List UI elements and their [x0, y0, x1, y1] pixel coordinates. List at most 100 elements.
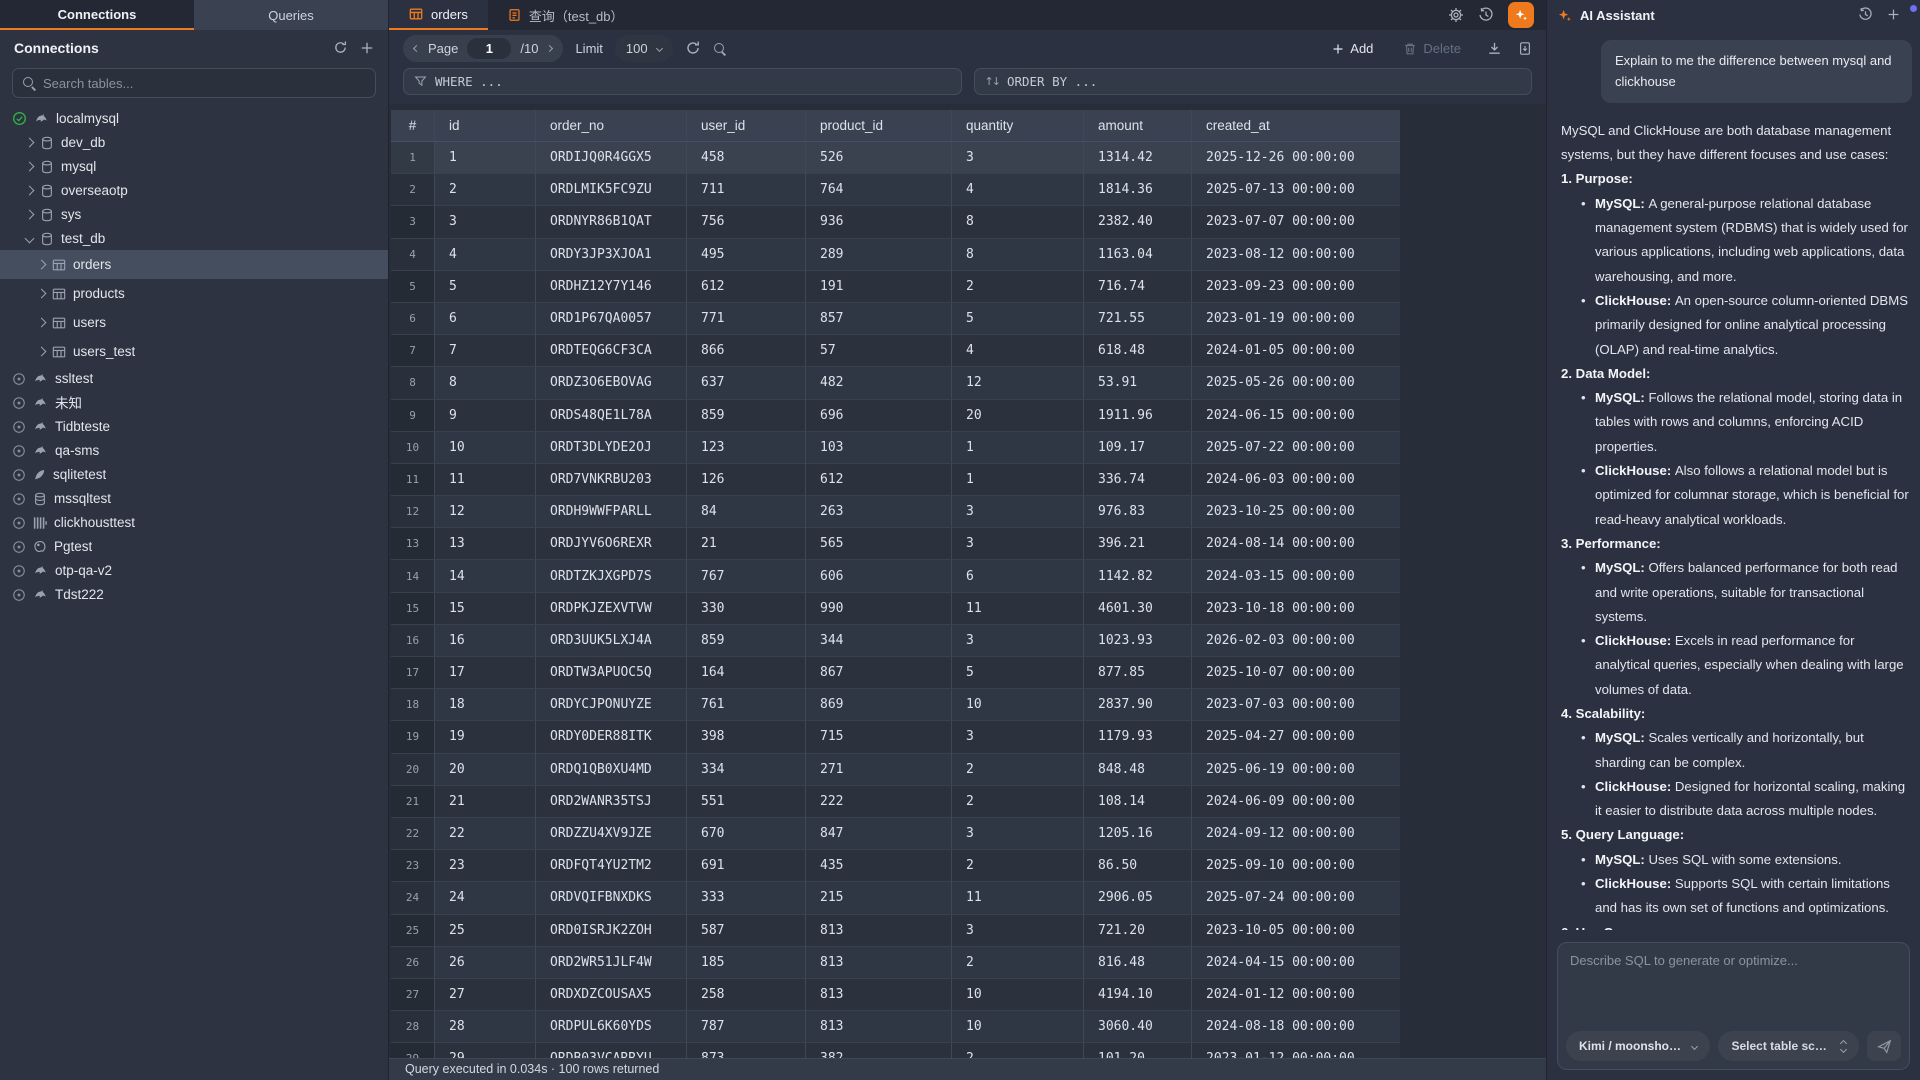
data-cell[interactable]: 13 [435, 528, 536, 560]
data-cell[interactable]: 2 [952, 850, 1084, 882]
tree-item-users[interactable]: users [0, 308, 388, 337]
table-row[interactable]: 66ORD1P67QA00577718575721.552023-01-19 0… [391, 303, 1400, 335]
send-button[interactable] [1867, 1031, 1901, 1061]
data-cell[interactable]: 2024-03-15 00:00:00 [1192, 560, 1400, 592]
table-row[interactable]: 77ORDTEQG6CF3CA866574618.482024-01-05 00… [391, 335, 1400, 367]
data-cell[interactable]: 86.50 [1084, 850, 1192, 882]
data-cell[interactable]: 8 [952, 206, 1084, 238]
data-cell[interactable]: 3 [952, 818, 1084, 850]
column-header-order_no[interactable]: order_no [536, 110, 687, 142]
data-cell[interactable]: 109.17 [1084, 432, 1192, 464]
data-cell[interactable]: 23 [435, 850, 536, 882]
data-cell[interactable]: ORD3UUK5LXJ4A [536, 625, 687, 657]
data-cell[interactable]: 2382.40 [1084, 206, 1192, 238]
tree-item-sys[interactable]: sys [0, 202, 388, 226]
data-cell[interactable]: 11 [952, 882, 1084, 914]
delete-row-button[interactable]: Delete [1403, 41, 1461, 56]
data-cell[interactable]: ORDY0DER88ITK [536, 721, 687, 753]
data-cell[interactable]: 715 [806, 721, 952, 753]
data-cell[interactable]: 27 [435, 979, 536, 1011]
data-cell[interactable]: 2025-12-26 00:00:00 [1192, 142, 1400, 174]
model-selector[interactable]: Kimi / moonshot-v1- [1566, 1031, 1710, 1061]
tree-item-mysql[interactable]: mysql [0, 154, 388, 178]
chat-history-icon[interactable] [1858, 6, 1873, 24]
data-cell[interactable]: 3 [952, 915, 1084, 947]
data-cell[interactable]: 526 [806, 142, 952, 174]
data-cell[interactable]: 2906.05 [1084, 882, 1192, 914]
data-cell[interactable]: 721.20 [1084, 915, 1192, 947]
data-cell[interactable]: 396.21 [1084, 528, 1192, 560]
data-cell[interactable]: 1205.16 [1084, 818, 1192, 850]
ai-assistant-button[interactable] [1508, 2, 1534, 28]
data-cell[interactable]: 12 [435, 496, 536, 528]
data-cell[interactable]: 976.83 [1084, 496, 1192, 528]
table-row[interactable]: 88ORDZ3O6EBOVAG6374821253.912025-05-26 0… [391, 367, 1400, 399]
data-cell[interactable]: 103 [806, 432, 952, 464]
data-cell[interactable]: 4 [952, 335, 1084, 367]
data-cell[interactable]: 108.14 [1084, 786, 1192, 818]
data-cell[interactable]: 336.74 [1084, 464, 1192, 496]
tree-item-localmysql[interactable]: localmysql [0, 106, 388, 130]
data-cell[interactable]: 1911.96 [1084, 400, 1192, 432]
data-cell[interactable]: 289 [806, 239, 952, 271]
data-cell[interactable]: 2023-07-03 00:00:00 [1192, 689, 1400, 721]
add-connection-icon[interactable] [360, 39, 374, 57]
data-cell[interactable]: 334 [687, 754, 806, 786]
data-cell[interactable]: 691 [687, 850, 806, 882]
tree-item-overseaotp[interactable]: overseaotp [0, 178, 388, 202]
data-cell[interactable]: 1179.93 [1084, 721, 1192, 753]
data-cell[interactable]: 873 [687, 1043, 806, 1058]
history-icon[interactable] [1478, 6, 1494, 24]
table-row[interactable]: 1515ORDPKJZEXVTVW330990114601.302023-10-… [391, 593, 1400, 625]
tree-item-dev_db[interactable]: dev_db [0, 130, 388, 154]
data-cell[interactable]: 711 [687, 174, 806, 206]
data-cell[interactable]: ORDVQIFBNXDKS [536, 882, 687, 914]
data-cell[interactable]: 3 [435, 206, 536, 238]
tree-item-products[interactable]: products [0, 279, 388, 308]
data-cell[interactable]: 637 [687, 367, 806, 399]
data-cell[interactable]: 2025-07-22 00:00:00 [1192, 432, 1400, 464]
tree-item-qa-sms[interactable]: qa-sms [0, 438, 388, 462]
table-row[interactable]: 1919ORDY0DER88ITK39871531179.932025-04-2… [391, 721, 1400, 753]
data-cell[interactable]: 382 [806, 1043, 952, 1058]
data-cell[interactable]: ORDZ3O6EBOVAG [536, 367, 687, 399]
data-cell[interactable]: ORDT3DLYDE2OJ [536, 432, 687, 464]
data-cell[interactable]: 869 [806, 689, 952, 721]
page-input[interactable]: 1 [467, 38, 511, 59]
data-cell[interactable]: ORDIJQ0R4GGX5 [536, 142, 687, 174]
search-results-icon[interactable] [713, 42, 727, 56]
table-row[interactable]: 1111ORD7VNKRBU2031266121336.742024-06-03… [391, 464, 1400, 496]
data-cell[interactable]: 222 [806, 786, 952, 818]
data-cell[interactable]: 2024-08-18 00:00:00 [1192, 1011, 1400, 1043]
table-row[interactable]: 11ORDIJQ0R4GGX545852631314.422025-12-26 … [391, 142, 1400, 174]
table-row[interactable]: 2424ORDVQIFBNXDKS333215112906.052025-07-… [391, 882, 1400, 914]
table-row[interactable]: 55ORDHZ12Y7Y1466121912716.742023-09-23 0… [391, 271, 1400, 303]
data-cell[interactable]: 716.74 [1084, 271, 1192, 303]
data-cell[interactable]: 1 [952, 432, 1084, 464]
data-cell[interactable]: 2025-06-19 00:00:00 [1192, 754, 1400, 786]
data-cell[interactable]: 3 [952, 625, 1084, 657]
data-cell[interactable]: 2 [952, 1043, 1084, 1058]
column-header-quantity[interactable]: quantity [952, 110, 1084, 142]
data-cell[interactable]: ORDPKJZEXVTVW [536, 593, 687, 625]
data-cell[interactable]: 126 [687, 464, 806, 496]
tree-item-sqlitetest[interactable]: sqlitetest [0, 462, 388, 486]
data-cell[interactable]: 4 [435, 239, 536, 271]
data-cell[interactable]: 2 [952, 947, 1084, 979]
table-row[interactable]: 2222ORDZZU4XV9JZE67084731205.162024-09-1… [391, 818, 1400, 850]
data-cell[interactable]: 458 [687, 142, 806, 174]
table-row[interactable]: 33ORDNYR86B1QAT75693682382.402023-07-07 … [391, 206, 1400, 238]
table-row[interactable]: 2727ORDXDZCOUSAX5258813104194.102024-01-… [391, 979, 1400, 1011]
data-cell[interactable]: 185 [687, 947, 806, 979]
data-cell[interactable]: 215 [806, 882, 952, 914]
data-cell[interactable]: 606 [806, 560, 952, 592]
data-cell[interactable]: 2025-09-10 00:00:00 [1192, 850, 1400, 882]
column-header-#[interactable]: # [391, 110, 435, 142]
data-cell[interactable]: 164 [687, 657, 806, 689]
tab-query-test-db[interactable]: 查询（test_db） [488, 0, 644, 30]
data-cell[interactable]: 2024-06-15 00:00:00 [1192, 400, 1400, 432]
data-cell[interactable]: 2023-07-07 00:00:00 [1192, 206, 1400, 238]
tree-item-test_db[interactable]: test_db [0, 226, 388, 250]
next-page-icon[interactable] [546, 45, 553, 52]
data-cell[interactable]: 867 [806, 657, 952, 689]
